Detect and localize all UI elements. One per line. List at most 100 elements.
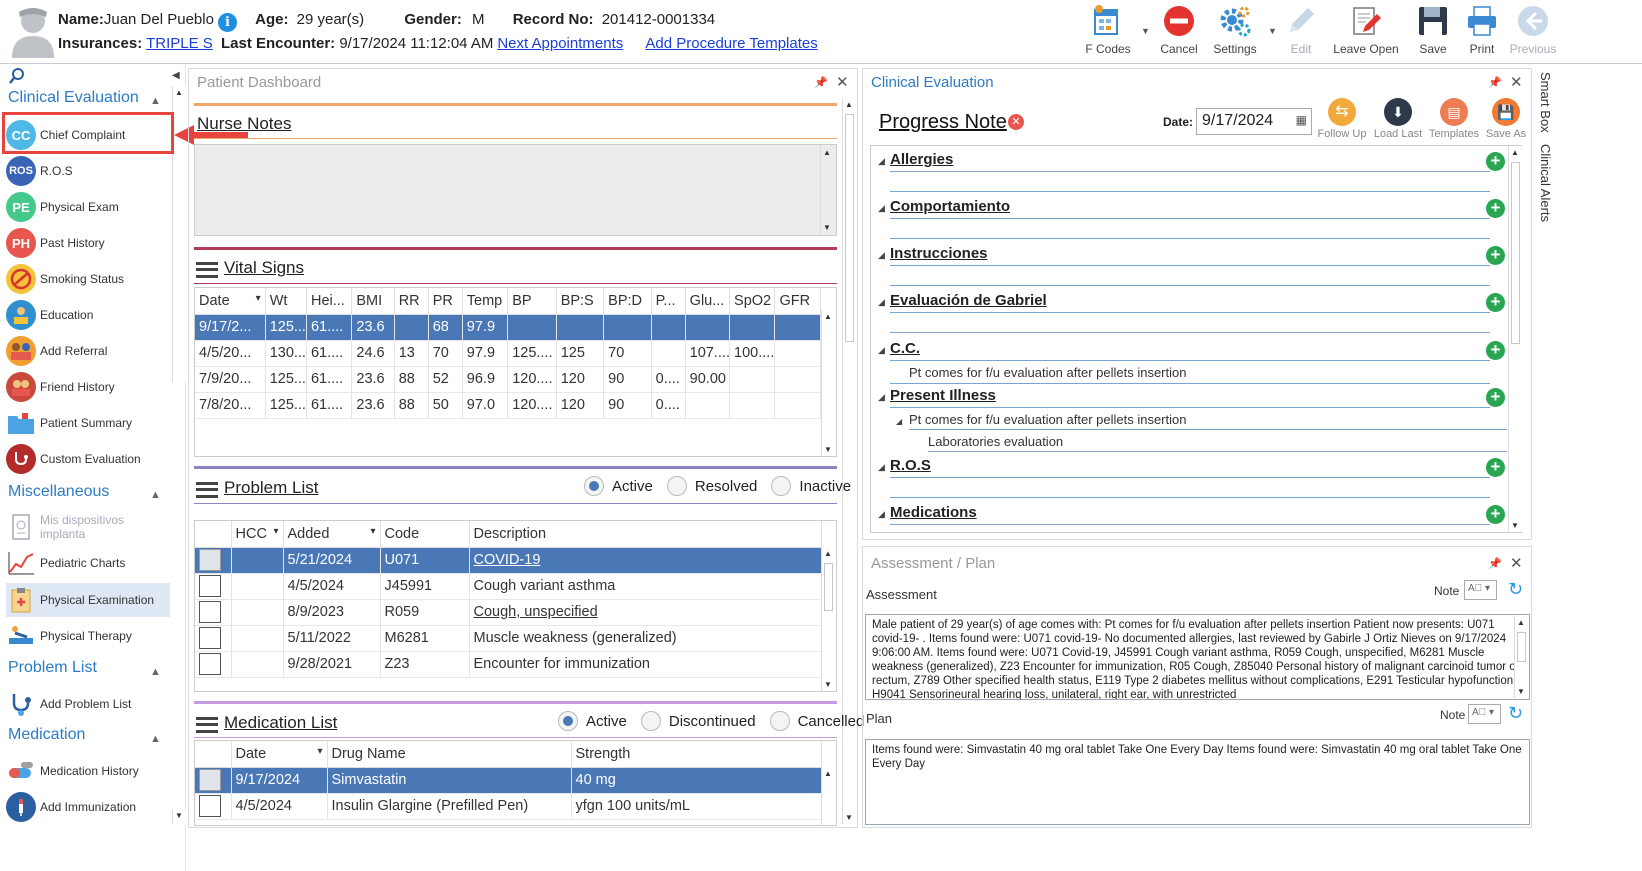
column-header[interactable]: Hei... [306, 288, 353, 315]
table-row[interactable]: 9/17/2024 Simvastatin 40 mg [195, 767, 822, 794]
sidebar-item-add-problem-list[interactable]: Add Problem List [6, 687, 170, 721]
sidebar-item-education[interactable]: Education [6, 298, 170, 332]
menu-icon[interactable] [196, 261, 218, 278]
sidebar-item-add-referral[interactable]: Add Referral [6, 334, 170, 368]
close-icon[interactable]: ✕ [1510, 554, 1523, 572]
previous-button[interactable]: Previous [1498, 4, 1568, 56]
next-appointments-link[interactable]: Next Appointments [497, 35, 623, 52]
chevron-up-icon[interactable]: ▲ [150, 733, 161, 745]
vitals-scrollbar[interactable]: ▲ ▼ [821, 310, 835, 456]
date-input[interactable]: 9/17/2024 ▦ [1196, 108, 1312, 135]
pin-icon[interactable]: 📌 [1488, 76, 1502, 89]
info-icon[interactable]: i [217, 13, 237, 32]
assessment-scrollbar[interactable]: ▲ ▼ [1514, 616, 1528, 698]
plan-textarea[interactable]: Items found were: Simvastatin 40 mg oral… [865, 739, 1530, 825]
sidebar-scroll-down[interactable]: ▼ [172, 810, 186, 824]
column-header[interactable]: BP:D [603, 288, 652, 315]
clinical-alerts-tab[interactable]: Clinical Alerts [1538, 144, 1553, 222]
column-header[interactable]: Date ▾ [231, 741, 328, 768]
nurse-notes-scrollbar[interactable]: ▲ ▼ [820, 145, 834, 235]
row-checkbox[interactable] [199, 549, 221, 571]
expand-triangle-icon[interactable]: ◢ [878, 297, 885, 308]
problem-scrollbar[interactable]: ▲ ▼ [821, 547, 835, 691]
edit-button[interactable]: Edit [1266, 4, 1336, 56]
table-row[interactable]: 4/5/2024 Insulin Glargine (Prefilled Pen)… [195, 793, 822, 820]
filter-cancelled-radio[interactable]: Cancelled [769, 711, 864, 731]
refresh-icon[interactable]: ↻ [1508, 703, 1523, 724]
expand-triangle-icon[interactable]: ◢ [878, 345, 885, 356]
load-last-button[interactable]: ⬇ Load Last [1372, 98, 1424, 140]
expand-triangle-icon[interactable]: ◢ [878, 250, 885, 261]
collapse-sidebar-icon[interactable]: ◀ [172, 70, 180, 81]
filter-resolved-radio[interactable]: Resolved [666, 476, 757, 496]
filter-inactive-radio[interactable]: Inactive [771, 476, 851, 496]
column-header[interactable]: SpO2 [729, 288, 776, 315]
settings-button[interactable]: Settings [1200, 4, 1270, 56]
add-comportamiento-icon[interactable]: + [1486, 199, 1505, 218]
sidebar-item-medication-history[interactable]: Medication History [6, 754, 170, 788]
table-row[interactable]: 7/8/20... 125.... 61.... 23.6 88 50 97.0 120...… [195, 392, 821, 419]
sidebar-item-physical-examination[interactable]: Physical Examination [6, 583, 170, 617]
row-checkbox[interactable] [199, 601, 221, 623]
column-header[interactable]: P... [651, 288, 686, 315]
table-row[interactable]: 4/5/2024 J45991 Cough variant asthma [195, 573, 822, 600]
column-header[interactable]: Added ▾ [283, 521, 381, 548]
expand-triangle-icon[interactable]: ◢ [878, 462, 885, 473]
section-medication[interactable]: Medication [8, 726, 85, 744]
column-header[interactable]: Code [380, 521, 470, 548]
add-ros-icon[interactable]: + [1486, 458, 1505, 477]
add-evaluacion-icon[interactable]: + [1486, 293, 1505, 312]
refresh-icon[interactable]: ↻ [1508, 579, 1523, 600]
add-present-illness-icon[interactable]: + [1486, 388, 1505, 407]
progress-note-scrollbar[interactable]: ▲ ▼ [1508, 146, 1522, 532]
section-clinical-evaluation[interactable]: Clinical Evaluation [8, 89, 139, 107]
section-miscellaneous[interactable]: Miscellaneous [8, 483, 109, 501]
pin-icon[interactable]: 📌 [1488, 557, 1502, 570]
sort-icon[interactable]: ▾ [273, 526, 278, 537]
column-header[interactable]: BP:S [556, 288, 605, 315]
table-row[interactable]: 7/9/20... 125.... 61.... 23.6 88 52 96.9 120...… [195, 366, 821, 393]
table-row[interactable]: 9/17/2... 125.... 61.... 23.6 68 97.9 [195, 314, 821, 341]
assessment-textarea[interactable]: Male patient of 29 year(s) of age comes … [865, 614, 1530, 700]
add-instrucciones-icon[interactable]: + [1486, 246, 1505, 265]
section-problem-list[interactable]: Problem List [8, 659, 97, 677]
menu-icon[interactable] [196, 716, 218, 733]
add-cc-icon[interactable]: + [1486, 341, 1505, 360]
row-checkbox[interactable] [199, 653, 221, 675]
column-header[interactable]: Description [469, 521, 822, 548]
chevron-up-icon[interactable]: ▲ [150, 489, 161, 501]
sort-icon[interactable]: ▾ [370, 526, 375, 537]
sidebar-item-ros[interactable]: ROS R.O.S [6, 154, 170, 188]
follow-up-button[interactable]: ⇆ Follow Up [1316, 98, 1368, 140]
column-header[interactable]: BMI [351, 288, 395, 315]
column-header[interactable]: PR [428, 288, 463, 315]
expand-triangle-icon[interactable]: ◢ [878, 509, 885, 520]
close-icon[interactable]: ✕ [836, 73, 849, 91]
save-as-button[interactable]: 💾 Save As [1480, 98, 1532, 140]
sort-icon[interactable]: ▾ [256, 293, 261, 304]
column-header[interactable]: Glu... [685, 288, 731, 315]
filter-active-radio[interactable]: Active [584, 476, 653, 496]
close-icon[interactable]: ✕ [1510, 73, 1523, 91]
fcodes-button[interactable]: F Codes [1073, 4, 1143, 56]
sidebar-item-past-history[interactable]: PH Past History [6, 226, 170, 260]
menu-icon[interactable] [196, 481, 218, 498]
sidebar-item-add-immunization[interactable]: Add Immunization [6, 790, 170, 824]
filter-active-radio[interactable]: Active [558, 711, 627, 731]
add-procedure-templates-link[interactable]: Add Procedure Templates [645, 35, 817, 52]
expand-triangle-icon[interactable]: ◢ [896, 417, 902, 426]
row-checkbox[interactable] [199, 769, 221, 791]
row-checkbox[interactable] [199, 575, 221, 597]
column-header[interactable]: Wt [265, 288, 307, 315]
column-header[interactable]: Drug Name [327, 741, 572, 768]
table-row[interactable]: 4/5/20... 130.... 61.... 24.6 13 70 97.9 125...… [195, 340, 821, 367]
leave-open-button[interactable]: Leave Open [1331, 4, 1401, 56]
chevron-up-icon[interactable]: ▲ [150, 95, 161, 107]
remove-icon[interactable]: ✕ [1008, 114, 1024, 130]
column-header[interactable] [195, 741, 232, 768]
expand-triangle-icon[interactable]: ◢ [878, 392, 885, 403]
templates-button[interactable]: ▤ Templates [1428, 98, 1480, 140]
expand-triangle-icon[interactable]: ◢ [878, 203, 885, 214]
nurse-notes-textarea[interactable] [194, 144, 837, 236]
search-icon[interactable] [8, 67, 26, 85]
